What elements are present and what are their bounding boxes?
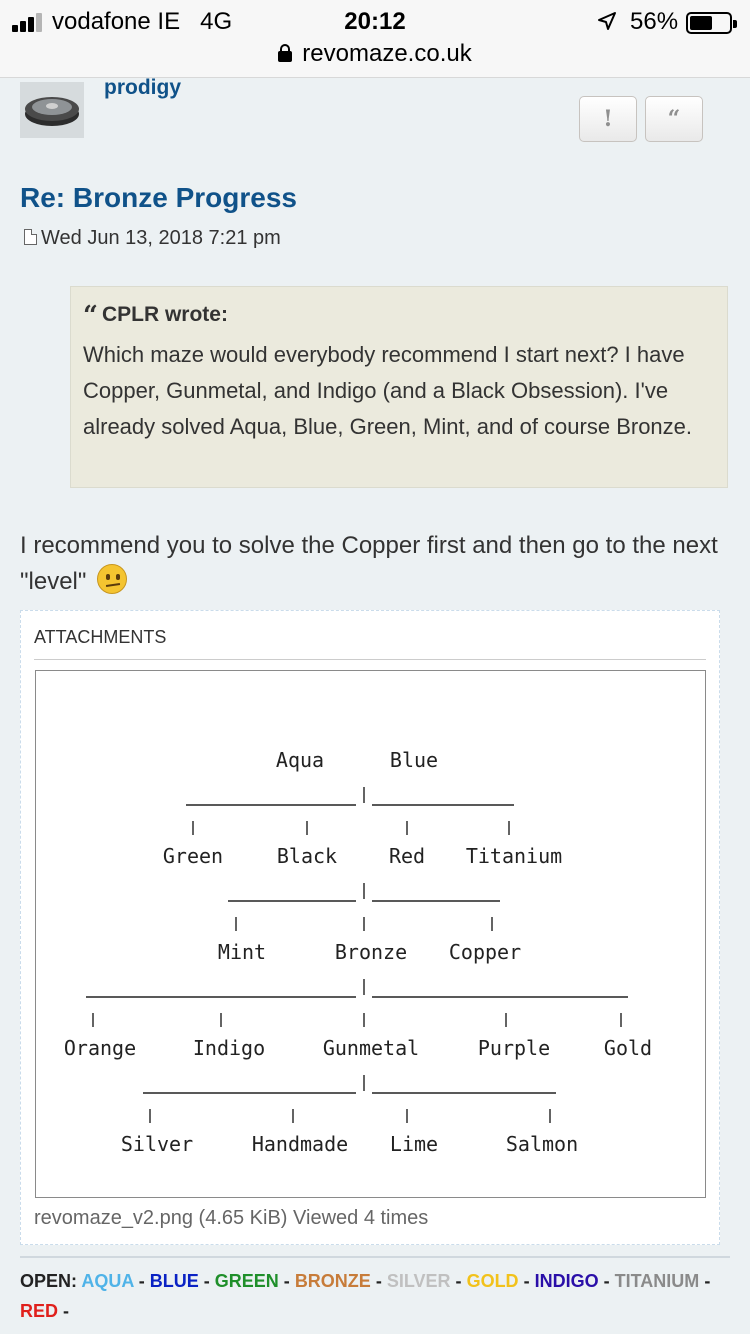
tree-node-copper: Copper bbox=[449, 940, 521, 964]
quote-text: Which maze would everybody recommend I s… bbox=[83, 342, 693, 439]
signature-item-blue: BLUE bbox=[149, 1271, 199, 1291]
address-bar[interactable]: revomaze.co.uk bbox=[0, 40, 750, 68]
signature-separator: - bbox=[523, 1271, 530, 1291]
tree-node-lime: Lime bbox=[390, 1132, 438, 1156]
signature-item-aqua: AQUA bbox=[81, 1271, 134, 1291]
lock-icon bbox=[278, 44, 293, 62]
signature-divider bbox=[20, 1256, 730, 1258]
tree-node-aqua: Aqua bbox=[276, 748, 324, 772]
signature: OPEN: AQUA - BLUE - GREEN - BRONZE - SIL… bbox=[20, 1266, 730, 1326]
signature-item-green: GREEN bbox=[214, 1271, 279, 1291]
signature-item-gold: GOLD bbox=[466, 1271, 519, 1291]
signature-separator: - bbox=[138, 1271, 145, 1291]
post-link-icon[interactable] bbox=[24, 229, 37, 245]
tree-node-indigo: Indigo bbox=[193, 1036, 265, 1060]
tree-node-silver: Silver bbox=[121, 1132, 193, 1156]
grimacing-smiley-icon bbox=[97, 564, 128, 594]
tree-node-black: Black bbox=[277, 844, 337, 868]
tree-node-handmade: Handmade bbox=[252, 1132, 348, 1156]
tree-node-green: Green bbox=[163, 844, 223, 868]
signature-separator: - bbox=[283, 1271, 290, 1291]
post-title[interactable]: Re: Bronze Progress bbox=[20, 182, 297, 214]
signature-separator: - bbox=[375, 1271, 382, 1291]
tree-node-purple: Purple bbox=[478, 1036, 550, 1060]
signature-item-titanium: TITANIUM bbox=[614, 1271, 700, 1291]
signature-separator: - bbox=[63, 1301, 70, 1321]
signature-item-bronze: BRONZE bbox=[294, 1271, 371, 1291]
signature-separator: - bbox=[704, 1271, 711, 1291]
attachment-image[interactable]: Aqua Blue Green Black Red Titanium Mint … bbox=[35, 670, 706, 1198]
url-text: revomaze.co.uk bbox=[302, 40, 472, 67]
tree-node-blue: Blue bbox=[390, 748, 438, 772]
post-date-text: Wed Jun 13, 2018 7:21 pm bbox=[41, 227, 281, 249]
tree-node-gunmetal: Gunmetal bbox=[323, 1036, 419, 1060]
tree-node-orange: Orange bbox=[64, 1036, 136, 1060]
username-link[interactable]: prodigy bbox=[104, 76, 181, 100]
attachments-box: ATTACHMENTS Aqua Blue Green Black Red Ti… bbox=[20, 610, 720, 1245]
signature-item-indigo: INDIGO bbox=[534, 1271, 599, 1291]
post-date: Wed Jun 13, 2018 7:21 pm bbox=[24, 227, 281, 250]
quote-block: “CPLR wrote: Which maze would everybody … bbox=[70, 286, 728, 488]
tree-node-titanium: Titanium bbox=[466, 844, 562, 868]
signature-separator: - bbox=[455, 1271, 462, 1291]
tree-node-salmon: Salmon bbox=[506, 1132, 578, 1156]
attachments-divider bbox=[34, 659, 706, 660]
battery-icon bbox=[686, 12, 737, 34]
revomaze-avatar-image bbox=[20, 82, 84, 138]
battery-percent: 56% bbox=[630, 8, 679, 35]
report-button[interactable]: ! bbox=[579, 96, 637, 142]
signature-separator: - bbox=[603, 1271, 610, 1291]
quote-author: “CPLR wrote: bbox=[83, 301, 228, 331]
quote-button[interactable]: “ bbox=[645, 96, 703, 142]
tree-node-mint: Mint bbox=[218, 940, 266, 964]
status-bar: vodafone IE 4G 20:12 56% revomaze.co.uk bbox=[0, 0, 750, 78]
quote-mark-icon: “ bbox=[83, 301, 98, 331]
attachments-label: ATTACHMENTS bbox=[34, 627, 167, 647]
post-body: I recommend you to solve the Copper firs… bbox=[20, 528, 720, 600]
signature-item-red: RED bbox=[20, 1301, 59, 1321]
location-arrow-icon bbox=[598, 12, 616, 30]
tree-node-gold: Gold bbox=[604, 1036, 652, 1060]
signature-item-silver: SILVER bbox=[386, 1271, 451, 1291]
tree-node-red: Red bbox=[389, 844, 425, 868]
signature-separator: - bbox=[203, 1271, 210, 1291]
revomaze-tree-diagram: Aqua Blue Green Black Red Titanium Mint … bbox=[64, 748, 652, 1156]
signature-prefix: OPEN: bbox=[20, 1271, 78, 1291]
avatar[interactable] bbox=[20, 82, 84, 138]
attachment-caption: revomaze_v2.png (4.65 KiB) Viewed 4 time… bbox=[34, 1207, 429, 1229]
tree-node-bronze: Bronze bbox=[335, 940, 407, 964]
